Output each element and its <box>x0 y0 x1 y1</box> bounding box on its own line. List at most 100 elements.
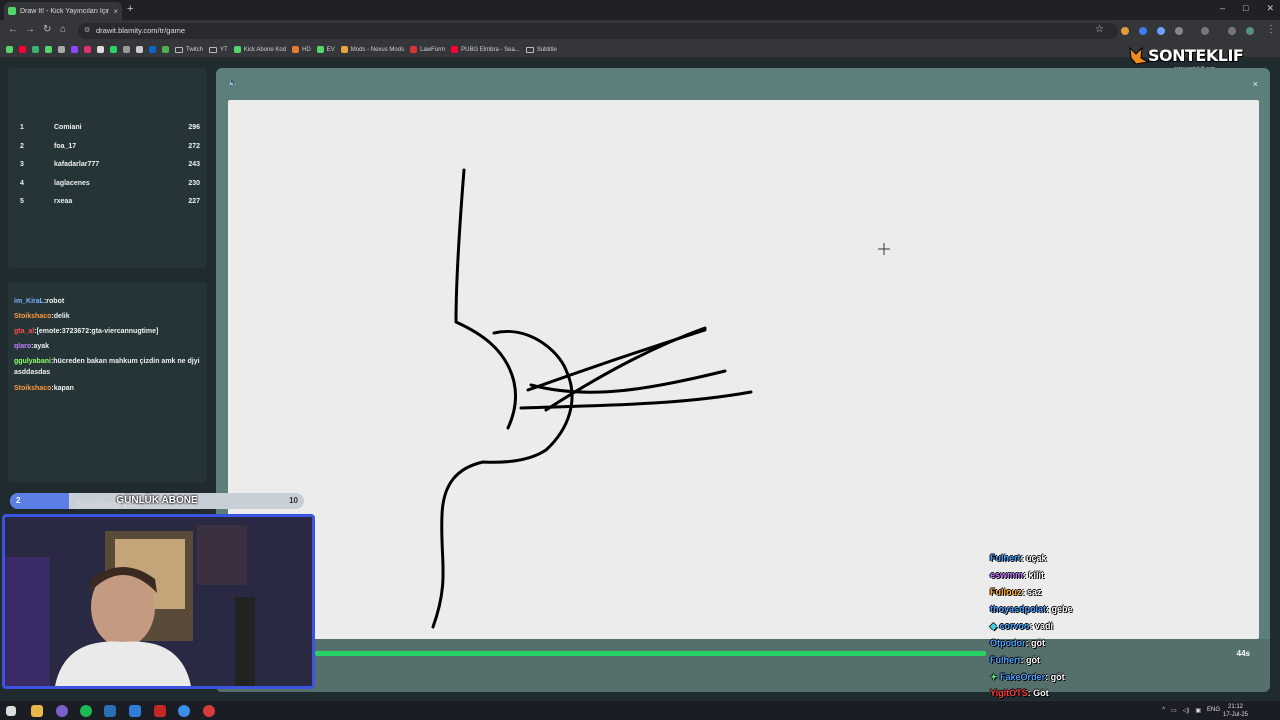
sub-goal-title: GÜNLÜK ABONE <box>116 495 198 506</box>
bookmark-icon[interactable] <box>58 46 65 53</box>
guess-user: Fullouz <box>990 587 1022 597</box>
taskbar: ^ ▭ ◁) ▣ ENG 21:12 17-Jul-25 <box>0 700 1280 720</box>
lawform-icon <box>410 46 418 53</box>
bookmark-kick-icon[interactable] <box>45 46 52 53</box>
browser-tab[interactable]: Draw It! - Kick Yayıncıları İçin Çiz × <box>4 2 122 20</box>
chat-message: ggulyabani:hücreden bakan mahkum çizdin … <box>14 358 200 376</box>
obs-icon[interactable] <box>203 705 215 717</box>
bookmark-icon[interactable] <box>32 46 39 53</box>
guess-message: thoyasdpolat: gebe <box>990 604 1073 614</box>
close-window-button[interactable]: ✕ <box>1266 3 1274 14</box>
leaderboard-row: 3 kafadarlar777 243 <box>20 161 200 168</box>
bookmark-pubg[interactable]: PUBG Elmbra - Sea... <box>451 46 520 53</box>
bookmark-star-icon[interactable]: ☆ <box>1095 24 1104 35</box>
extension-puzzle-icon[interactable] <box>1175 27 1183 35</box>
webcam-feed <box>2 514 315 689</box>
file-explorer-icon[interactable] <box>31 705 43 717</box>
bookmark-folder-subtitle[interactable]: Subtitle <box>525 46 557 53</box>
app-icon[interactable] <box>154 705 166 717</box>
leaderboard-row: 5 rxeaa 227 <box>20 198 200 205</box>
tray-chevron-icon[interactable]: ^ <box>1162 707 1165 714</box>
bookmark-youtube-icon[interactable] <box>19 46 26 53</box>
reload-icon[interactable]: ↻ <box>43 24 51 35</box>
bookmark-kick-abone-kod[interactable]: Kick Abone Kod <box>233 46 286 53</box>
bookmark-x-icon[interactable] <box>97 46 104 53</box>
folder-icon <box>175 46 183 53</box>
start-menu-icon[interactable] <box>6 706 16 716</box>
volume-icon[interactable]: ◁) <box>1183 707 1190 714</box>
url-text: drawit.blamity.com/tr/game <box>96 26 186 35</box>
guess-user: corvoo <box>999 621 1030 631</box>
bookmark-icon[interactable] <box>162 46 169 53</box>
chat-message: gta_al:[emote:3723672:gta-viercannugtime… <box>14 328 159 335</box>
minimize-button[interactable]: – <box>1220 3 1225 14</box>
fox-logo-icon <box>1129 46 1150 65</box>
app-icon[interactable] <box>56 705 68 717</box>
profile-avatar[interactable] <box>1246 27 1254 35</box>
bookmark-linkedin-icon[interactable] <box>149 46 156 53</box>
sub-goal-count: 10 <box>289 496 298 505</box>
back-arrow-icon[interactable]: ← <box>8 24 18 35</box>
game-modal: 🔈 × 44s <box>216 68 1270 692</box>
logo-name: SONTEKLIF <box>1148 46 1244 65</box>
leaderboard-panel: 1 Comiani 296 2 foa_17 272 3 kafadarlar777 243… <box>8 68 207 268</box>
drawing-canvas[interactable] <box>228 100 1259 639</box>
chat-panel: im_KiraL:robot Stoikshaco:delik gta_al:[… <box>8 282 207 482</box>
folder-icon <box>525 46 534 53</box>
crosshair-cursor-icon <box>878 243 890 255</box>
bookmark-whatsapp-icon[interactable] <box>110 46 117 53</box>
bookmark-folder-yt[interactable]: YT <box>209 46 228 53</box>
guess-message: Fulhert: göt <box>990 655 1040 665</box>
bookmark-folder-ev[interactable]: EV <box>316 46 335 53</box>
new-tab-button[interactable]: + <box>127 3 133 15</box>
spotify-icon[interactable] <box>80 705 92 717</box>
chat-message: Stoikshaco:delik <box>14 313 70 320</box>
nexus-icon <box>340 46 348 53</box>
forward-arrow-icon[interactable]: → <box>25 24 35 35</box>
bookmark-twitch-icon[interactable] <box>71 46 78 53</box>
clock[interactable]: 21:12 17-Jul-25 <box>1223 703 1248 719</box>
address-toolbar: ← → ↻ ⌂ ⚙ drawit.blamity.com/tr/game ☆ ⋮ <box>0 20 1280 42</box>
leaderboard-row: 2 foa_17 272 <box>20 143 200 150</box>
chat-message: qlaro:ayak <box>14 343 50 350</box>
bookmark-instagram-icon[interactable] <box>84 46 91 53</box>
bookmark-hd[interactable]: HD <box>292 46 311 53</box>
extension-icon[interactable] <box>1157 27 1165 35</box>
tab-close-icon[interactable]: × <box>113 7 118 16</box>
guess-user: thoyasdpolat <box>990 604 1047 614</box>
tray-app-icon[interactable]: ▣ <box>1195 707 1201 714</box>
network-icon[interactable]: ▭ <box>1171 707 1177 714</box>
media-icon[interactable] <box>1228 27 1236 35</box>
extension-icon[interactable] <box>1121 27 1129 35</box>
badge-icon: ✦ <box>990 672 1001 682</box>
app-icon[interactable] <box>129 705 141 717</box>
sidebar-icon[interactable] <box>1201 27 1209 35</box>
bookmark-folder-twitch[interactable]: Twitch <box>175 46 203 53</box>
guess-message: ✦ FakeOrder: göt <box>990 672 1065 682</box>
guess-user: Otpodor <box>990 638 1026 648</box>
steam-icon[interactable] <box>104 705 116 717</box>
bookmark-icon[interactable] <box>123 46 130 53</box>
guess-message: YigitOTS: Göt <box>990 688 1049 698</box>
extension-icon[interactable] <box>1139 27 1147 35</box>
bookmark-nexus-mods[interactable]: Mods - Nexus Mods <box>340 46 404 53</box>
maximize-button[interactable]: □ <box>1243 3 1248 14</box>
url-bar[interactable]: ⚙ drawit.blamity.com/tr/game <box>78 23 1118 39</box>
system-tray: ^ ▭ ◁) ▣ ENG <box>1162 707 1220 714</box>
close-modal-icon[interactable]: × <box>1253 79 1258 89</box>
menu-icon[interactable]: ⋮ <box>1266 24 1276 35</box>
timer-area <box>216 639 1270 692</box>
guess-message: eswmm: kilit <box>990 570 1045 580</box>
speaker-icon[interactable]: 🔈 <box>228 78 238 87</box>
bookmark-lawform[interactable]: LawForm <box>410 46 445 53</box>
word-hint: Şu kelimeyi ya... <box>77 500 139 509</box>
language-indicator[interactable]: ENG <box>1207 707 1220 714</box>
guess-user: YigitOTS <box>990 688 1028 698</box>
chrome-icon[interactable] <box>178 705 190 717</box>
bookmark-icon[interactable] <box>136 46 143 53</box>
bookmark-kick-icon[interactable] <box>6 46 13 53</box>
site-info-icon[interactable]: ⚙ <box>84 23 90 39</box>
hd-icon <box>292 46 300 53</box>
home-icon[interactable]: ⌂ <box>60 24 66 35</box>
guess-message: ◆ corvoo: vadi <box>990 621 1053 631</box>
